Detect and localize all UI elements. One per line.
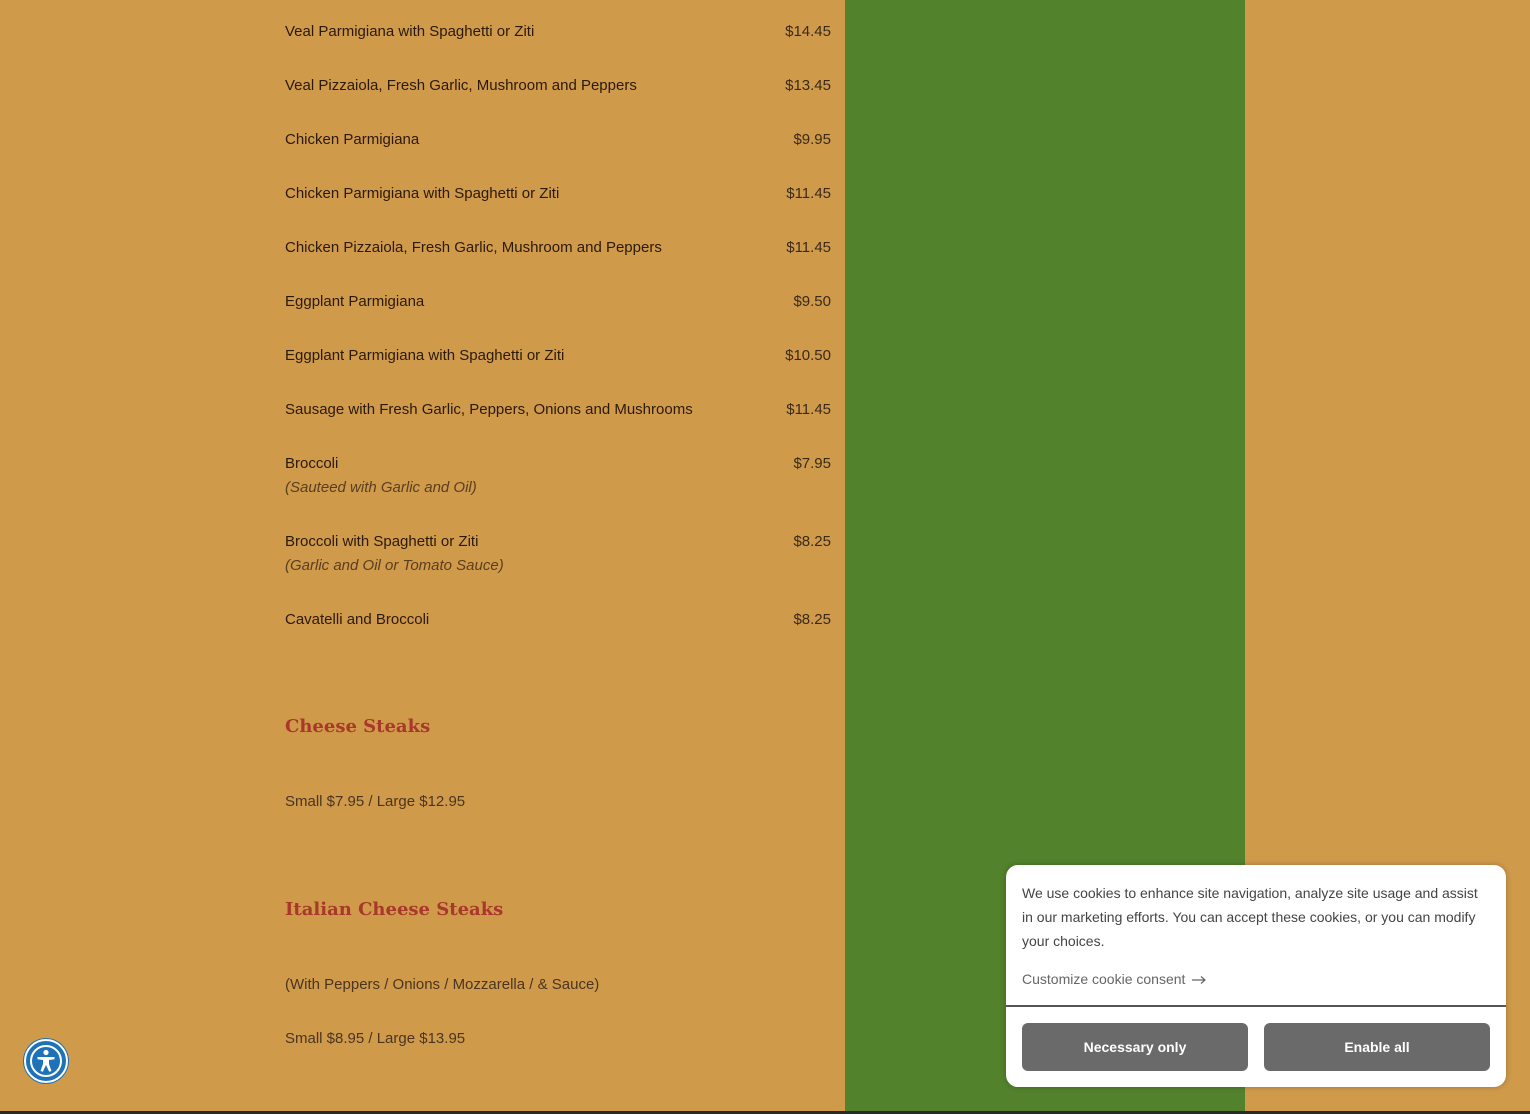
menu-item-name: Sausage with Fresh Garlic, Peppers, Onio… [285, 401, 693, 418]
enable-all-button[interactable]: Enable all [1264, 1023, 1490, 1071]
cheese-steaks-prices: Small $7.95 / Large $12.95 [285, 793, 466, 810]
menu-item-price: $9.95 [793, 131, 831, 148]
customize-cookie-link[interactable]: Customize cookie consent [1022, 971, 1207, 987]
menu-item-price: $9.50 [793, 293, 831, 310]
accessibility-icon [30, 1045, 62, 1077]
necessary-only-button[interactable]: Necessary only [1022, 1023, 1248, 1071]
menu-item-name: Eggplant Parmigiana with Spaghetti or Zi… [285, 347, 565, 364]
menu-item-name: Chicken Parmigiana with Spaghetti or Zit… [285, 185, 560, 202]
menu-item-name: Chicken Parmigiana [285, 131, 420, 148]
menu-item-description: (Garlic and Oil or Tomato Sauce) [285, 557, 504, 574]
customize-cookie-label: Customize cookie consent [1022, 971, 1186, 987]
cheese-steaks-heading: Cheese Steaks [285, 716, 431, 737]
menu-item-name: Veal Pizzaiola, Fresh Garlic, Mushroom a… [285, 77, 637, 94]
cookie-consent-banner: We use cookies to enhance site navigatio… [1006, 865, 1506, 1087]
italian-cheese-steaks-description: (With Peppers / Onions / Mozzarella / & … [285, 976, 600, 993]
menu-item-price: $11.45 [786, 401, 831, 418]
menu-item-price: $11.45 [786, 239, 831, 256]
menu-item-name: Eggplant Parmigiana [285, 293, 425, 310]
menu-item-name: Veal Parmigiana with Spaghetti or Ziti [285, 23, 535, 40]
italian-cheese-steaks-prices: Small $8.95 / Large $13.95 [285, 1030, 466, 1047]
arrow-right-icon [1192, 976, 1207, 985]
menu-item-name: Chicken Pizzaiola, Fresh Garlic, Mushroo… [285, 239, 662, 256]
menu-item-price: $13.45 [785, 77, 831, 94]
menu-item-name: Broccoli [285, 455, 339, 472]
menu-item-price: $8.25 [793, 611, 831, 628]
menu-item-price: $7.95 [793, 455, 831, 472]
menu-item-name: Broccoli with Spaghetti or Ziti [285, 533, 479, 550]
menu-item-price: $11.45 [786, 185, 831, 202]
menu-item-price: $8.25 [793, 533, 831, 550]
menu-item-description: (Sauteed with Garlic and Oil) [285, 479, 477, 496]
accessibility-button[interactable] [24, 1039, 68, 1083]
menu-item-price: $10.50 [785, 347, 831, 364]
menu-item-price: $14.45 [785, 23, 831, 40]
cookie-message: We use cookies to enhance site navigatio… [1022, 885, 1478, 949]
cookie-divider [1006, 1005, 1506, 1007]
italian-cheese-steaks-heading: Italian Cheese Steaks [285, 899, 504, 920]
menu-item-name: Cavatelli and Broccoli [285, 611, 430, 628]
